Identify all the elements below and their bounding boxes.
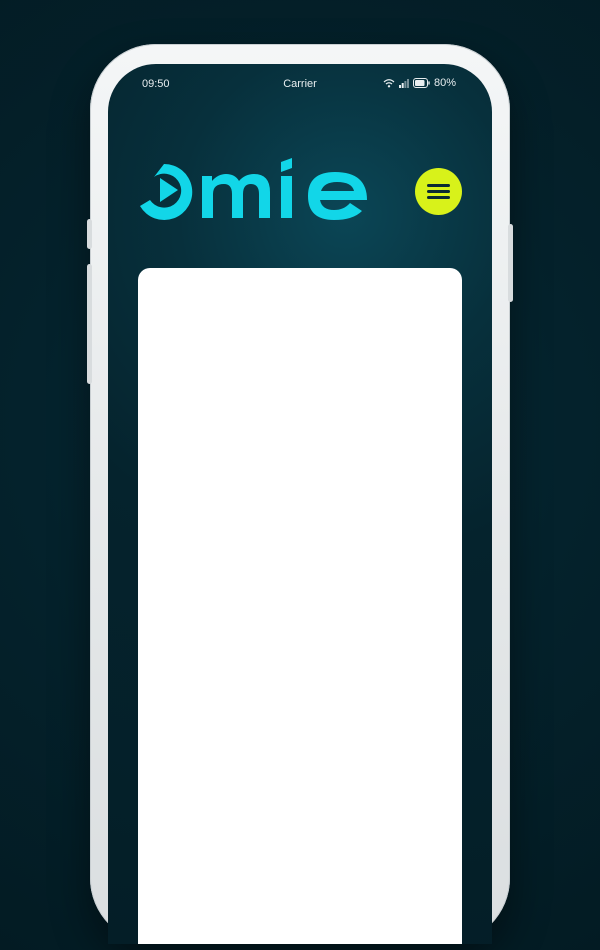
- status-bar: 09:50 Carrier 80%: [108, 64, 492, 104]
- menu-button[interactable]: [415, 168, 462, 215]
- content-card: [138, 268, 462, 944]
- phone-screen: 09:50 Carrier 80%: [108, 64, 492, 944]
- status-indicators: 80%: [383, 77, 456, 89]
- hamburger-menu-icon: [427, 184, 450, 187]
- mockup-background: 09:50 Carrier 80%: [0, 0, 600, 950]
- wifi-icon: [383, 78, 395, 88]
- battery-percentage: 80%: [433, 77, 456, 89]
- omie-logo[interactable]: omie: [130, 156, 370, 220]
- battery-icon: [412, 78, 430, 88]
- volume-button: [87, 264, 92, 384]
- signal-icon: [398, 78, 409, 88]
- power-button: [508, 224, 513, 302]
- phone-frame: 09:50 Carrier 80%: [87, 44, 513, 944]
- omie-logo-icon: [140, 158, 367, 220]
- mute-switch: [87, 219, 92, 249]
